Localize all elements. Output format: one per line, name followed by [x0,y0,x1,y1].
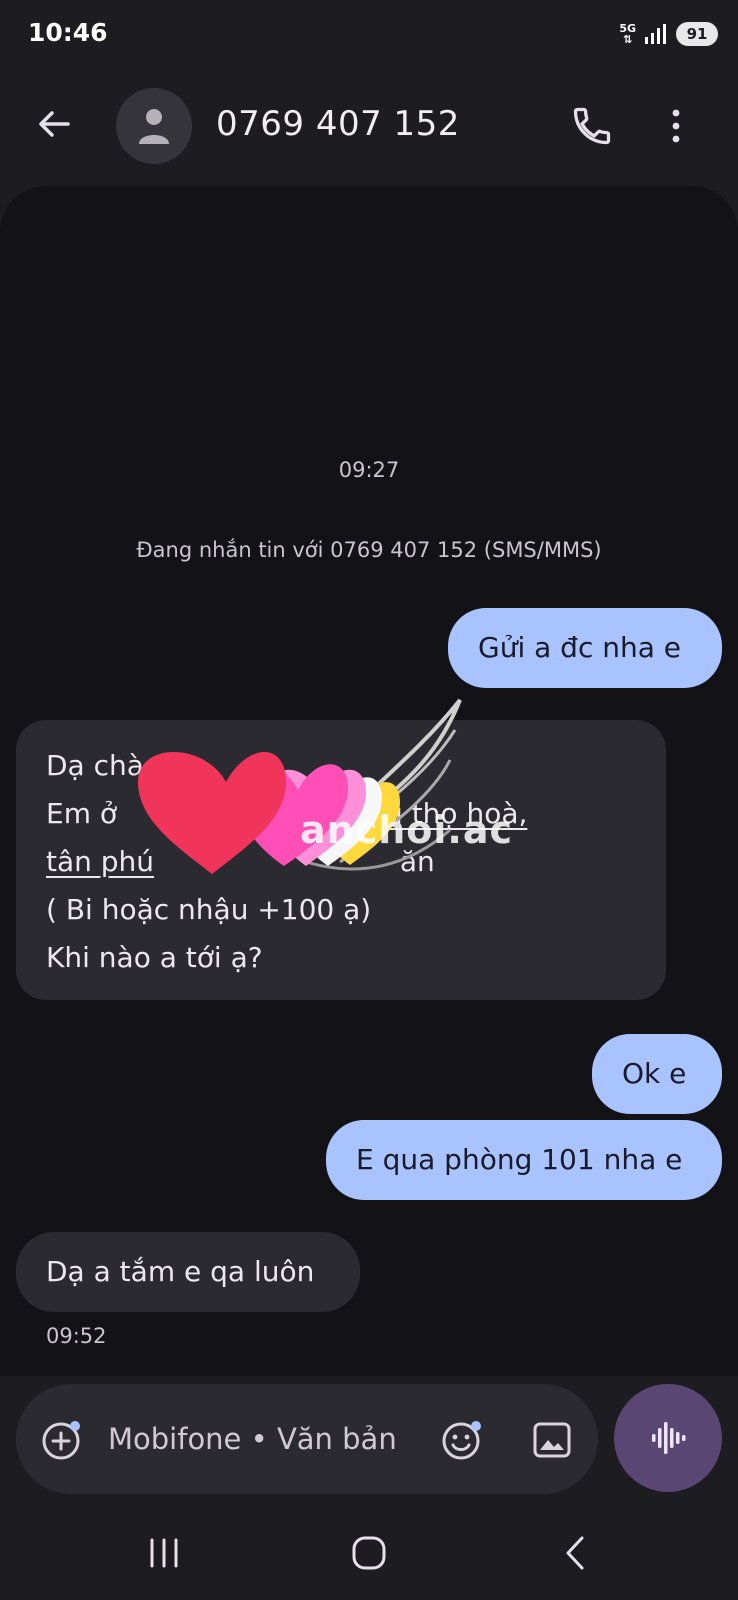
message-incoming[interactable]: Dạ chà Em ở ới, phú thọ hoà, tân phú ăn … [16,720,666,1000]
message-text: E qua phòng 101 nha e [356,1143,683,1176]
message-composer [16,1384,598,1494]
messages-screen: 10:46 5G ⇅ 91 0769 407 152 09:27 Đang nhắ… [0,0,738,1600]
voice-message-button[interactable] [614,1384,722,1492]
message-outgoing[interactable]: Gửi a đc nha e [448,608,722,688]
battery-icon: 91 [676,22,718,46]
message-timestamp: 09:27 [338,458,400,482]
gallery-icon[interactable] [530,1418,574,1462]
message-line: Dạ chà [46,749,144,782]
message-outgoing[interactable]: Ok e [592,1034,722,1114]
message-input[interactable] [108,1412,408,1466]
contact-avatar[interactable] [116,88,192,164]
message-outgoing[interactable]: E qua phòng 101 nha e [326,1120,722,1200]
message-text: Ok e [622,1057,687,1090]
watermark-text: anchoi.ac [300,808,514,852]
nav-back-icon[interactable] [560,1534,590,1572]
emoji-icon[interactable] [440,1418,484,1462]
message-timestamp: 09:52 [46,1324,107,1348]
more-options-icon[interactable] [666,104,686,148]
voice-waveform-icon [652,1422,686,1454]
message-line: ( Bi hoặc nhậu +100 ạ) [46,893,372,926]
message-text: Gửi a đc nha e [478,631,682,664]
status-icons: 5G ⇅ 91 [619,22,718,46]
contact-title[interactable]: 0769 407 152 [216,104,460,144]
status-time: 10:46 [28,18,108,47]
address-link[interactable]: tân phú [46,845,154,878]
message-incoming[interactable]: Dạ a tắm e qa luôn [16,1232,360,1312]
message-text: Em ở [46,797,117,830]
back-arrow-icon[interactable] [34,104,74,144]
home-icon[interactable] [350,1534,388,1572]
conversation-info: Đang nhắn tin với 0769 407 152 (SMS/MMS) [136,538,602,562]
network-label: 5G [619,22,636,35]
network-icon: 5G ⇅ [619,22,636,46]
phone-icon[interactable] [570,104,614,148]
message-line: Khi nào a tới ạ? [46,941,263,974]
message-text: Dạ a tắm e qa luôn [46,1255,315,1288]
add-attachment-icon[interactable] [40,1418,84,1462]
person-icon [139,109,169,144]
signal-icon [645,24,666,44]
recent-apps-icon[interactable] [146,1536,182,1570]
